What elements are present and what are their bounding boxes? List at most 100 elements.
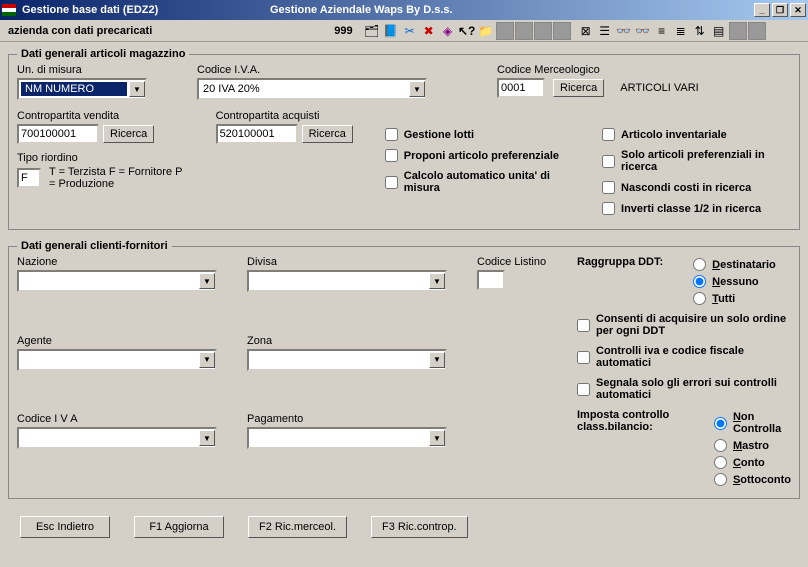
merc-label: Codice Merceologico	[497, 64, 699, 76]
toolbar-sort-icon[interactable]: ⇅	[691, 22, 709, 40]
chevron-down-icon: ▼	[429, 430, 445, 446]
close-button[interactable]: ✕	[790, 3, 806, 17]
iva-combo[interactable]: 20 IVA 20% ▼	[197, 78, 427, 100]
codlist-label: Codice Listino	[477, 256, 557, 268]
chk-gestione-lotti[interactable]	[385, 128, 398, 141]
group1-legend: Dati generali articoli magazzino	[17, 48, 189, 60]
tipo-hint: T = Terzista F = Fornitore P = Produzion…	[49, 166, 186, 190]
divisa-label: Divisa	[247, 256, 457, 268]
vendita-label: Contropartita vendita	[17, 110, 186, 122]
chk-consenti[interactable]	[577, 319, 590, 332]
toolbar-placeholder-1[interactable]	[496, 22, 514, 40]
iva-value: 20 IVA 20%	[201, 83, 407, 95]
radio-mastro[interactable]	[714, 439, 727, 452]
zona-label: Zona	[247, 335, 457, 347]
toolbar-list-icon[interactable]: ☰	[596, 22, 614, 40]
chevron-down-icon: ▼	[199, 430, 215, 446]
nazione-label: Nazione	[17, 256, 227, 268]
toolbar-placeholder-3[interactable]	[534, 22, 552, 40]
chk-inventariale[interactable]	[602, 128, 615, 141]
chevron-down-icon: ▼	[199, 352, 215, 368]
merc-ricerca-button[interactable]: Ricerca	[553, 79, 604, 97]
f3-button[interactable]: F3 Ric.controp.	[371, 516, 468, 538]
toolbar-binoculars-icon[interactable]: 👓	[615, 22, 633, 40]
company-number: 999	[334, 25, 352, 37]
toolbar-help-icon[interactable]: ↖?	[458, 22, 476, 40]
toolbar-folder-icon[interactable]: 📁	[477, 22, 495, 40]
vendita-input[interactable]	[17, 124, 99, 144]
radio-noncontrolla[interactable]	[714, 417, 727, 430]
f1-button[interactable]: F1 Aggiorna	[134, 516, 224, 538]
toolbar-diamond-icon[interactable]: ◈	[439, 22, 457, 40]
toolbar-delete-icon[interactable]: ✖	[420, 22, 438, 40]
toolbar-placeholder-6[interactable]	[748, 22, 766, 40]
pagamento-label: Pagamento	[247, 413, 457, 425]
group-clienti-fornitori: Dati generali clienti-fornitori Nazione …	[8, 240, 800, 499]
toolbar-table-x-icon[interactable]: ⊠	[577, 22, 595, 40]
chk-segnala[interactable]	[577, 383, 590, 396]
classb-label: Imposta controllo class.bilancio:	[577, 409, 694, 433]
bottom-button-bar: Esc Indietro F1 Aggiorna F2 Ric.merceol.…	[20, 516, 468, 538]
vendita-ricerca-button[interactable]: Ricerca	[103, 125, 154, 143]
toolbar-columns-icon[interactable]: ▤	[710, 22, 728, 40]
window-title: Gestione base dati (EDZ2)	[22, 4, 158, 16]
toolbar-placeholder-5[interactable]	[729, 22, 747, 40]
toolbar-binoculars2-icon[interactable]: 👓	[634, 22, 652, 40]
radio-nessuno[interactable]	[693, 275, 706, 288]
acquisti-label: Contropartita acquisti	[216, 110, 375, 122]
acquisti-input[interactable]	[216, 124, 298, 144]
chk-solo[interactable]	[602, 155, 615, 168]
radio-conto[interactable]	[714, 456, 727, 469]
title-bar: Gestione base dati (EDZ2) Gestione Azien…	[0, 0, 808, 20]
window-subtitle: Gestione Aziendale Waps By D.s.s.	[270, 4, 453, 16]
chevron-down-icon: ▼	[429, 273, 445, 289]
chevron-down-icon: ▼	[199, 273, 215, 289]
codlist-input[interactable]	[477, 270, 505, 290]
merc-desc: ARTICOLI VARI	[620, 82, 698, 94]
zona-combo[interactable]: ▼	[247, 349, 447, 371]
pagamento-combo[interactable]: ▼	[247, 427, 447, 449]
chevron-down-icon: ▼	[429, 352, 445, 368]
toolbar-cards-icon[interactable]: 🗂	[363, 22, 381, 40]
group-articoli-magazzino: Dati generali articoli magazzino Un. di …	[8, 48, 800, 230]
agente-label: Agente	[17, 335, 227, 347]
maximize-button[interactable]: ❐	[772, 3, 788, 17]
chk-proponi[interactable]	[385, 149, 398, 162]
ragg-label: Raggruppa DDT:	[577, 256, 663, 268]
toolbar-placeholder-4[interactable]	[553, 22, 571, 40]
radio-tutti[interactable]	[693, 292, 706, 305]
toolbar: azienda con dati precaricati 999 🗂 📘 ✂ ✖…	[0, 20, 808, 42]
app-icon	[2, 3, 18, 17]
radio-destinatario[interactable]	[693, 258, 706, 271]
chk-calcolo[interactable]	[385, 176, 398, 189]
toolbar-align-left-icon[interactable]: ≡	[653, 22, 671, 40]
agente-combo[interactable]: ▼	[17, 349, 217, 371]
toolbar-placeholder-2[interactable]	[515, 22, 533, 40]
minimize-button[interactable]: _	[754, 3, 770, 17]
codiva-combo[interactable]: ▼	[17, 427, 217, 449]
toolbar-cut-icon[interactable]: ✂	[401, 22, 419, 40]
um-value: NM NUMERO	[21, 82, 127, 96]
iva-label: Codice I.V.A.	[197, 64, 427, 76]
tipo-input[interactable]	[17, 168, 41, 188]
um-label: Un. di misura	[17, 64, 167, 76]
merc-input[interactable]	[497, 78, 545, 98]
group2-legend: Dati generali clienti-fornitori	[17, 240, 172, 252]
tipo-label: Tipo riordino	[17, 152, 186, 164]
chk-inverti[interactable]	[602, 202, 615, 215]
divisa-combo[interactable]: ▼	[247, 270, 447, 292]
toolbar-book-icon[interactable]: 📘	[382, 22, 400, 40]
esc-button[interactable]: Esc Indietro	[20, 516, 110, 538]
radio-sottoconto[interactable]	[714, 473, 727, 486]
chk-nascondi[interactable]	[602, 181, 615, 194]
chevron-down-icon: ▼	[409, 81, 425, 97]
nazione-combo[interactable]: ▼	[17, 270, 217, 292]
acquisti-ricerca-button[interactable]: Ricerca	[302, 125, 353, 143]
chk-controlli[interactable]	[577, 351, 590, 364]
f2-button[interactable]: F2 Ric.merceol.	[248, 516, 347, 538]
codiva-label: Codice I V A	[17, 413, 227, 425]
toolbar-align-center-icon[interactable]: ≣	[672, 22, 690, 40]
company-label: azienda con dati precaricati	[4, 25, 152, 37]
um-combo[interactable]: NM NUMERO ▼	[17, 78, 147, 100]
chevron-down-icon: ▼	[129, 81, 145, 97]
